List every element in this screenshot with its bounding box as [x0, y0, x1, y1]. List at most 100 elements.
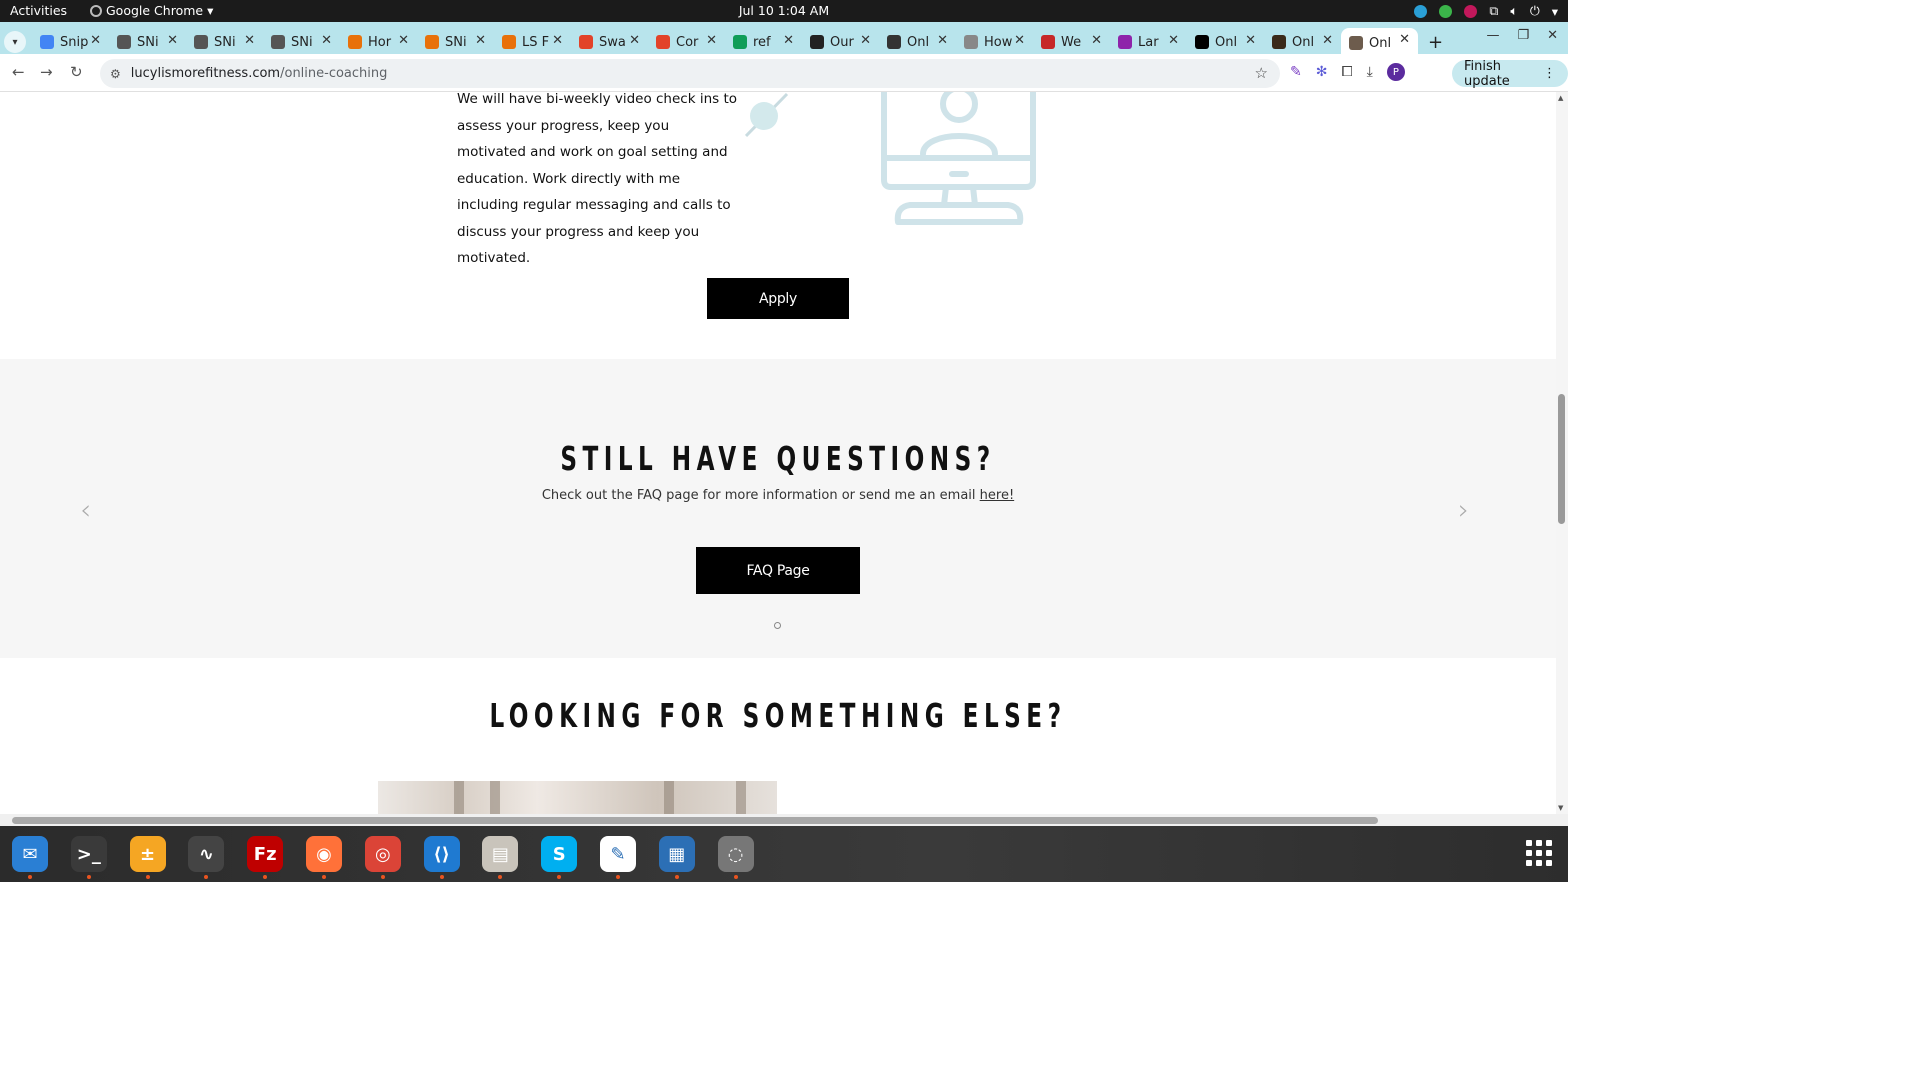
system-monitor-icon[interactable]: ∿ [188, 836, 225, 872]
app-menu[interactable]: Google Chrome ▾ [90, 3, 213, 18]
tab-close-icon[interactable]: ✕ [937, 33, 948, 48]
browser-tab[interactable]: Our ✕ [802, 29, 879, 55]
tab-close-icon[interactable]: ✕ [860, 33, 871, 48]
tab-close-icon[interactable]: ✕ [552, 33, 563, 48]
files-icon[interactable]: ▤ [482, 836, 519, 872]
slide-indicator-dot[interactable] [774, 622, 781, 629]
tab-title: Onl [1369, 35, 1392, 51]
vertical-scrollbar[interactable]: ▲ ▼ [1556, 92, 1568, 814]
bookmark-star-icon[interactable]: ☆ [1255, 64, 1268, 82]
extension-tray-icon[interactable] [1464, 4, 1478, 18]
network-icon[interactable]: ⧉ [1489, 3, 1498, 19]
forward-icon[interactable]: → [40, 63, 53, 81]
tab-close-icon[interactable]: ✕ [706, 33, 717, 48]
tab-close-icon[interactable]: ✕ [783, 33, 794, 48]
tab-close-icon[interactable]: ✕ [1322, 33, 1333, 48]
browser-tab[interactable]: Onl ✕ [1187, 29, 1264, 55]
browser-tab[interactable]: SNi ✕ [263, 29, 340, 55]
skype-icon[interactable]: S [541, 836, 578, 872]
chevron-right-icon[interactable]: › [1458, 493, 1469, 526]
check-icon[interactable] [1439, 4, 1453, 18]
browser-tab[interactable]: Hor ✕ [340, 29, 417, 55]
tab-title: How [984, 34, 1013, 50]
tab-favicon-icon [502, 35, 516, 49]
email-link[interactable]: here! [980, 488, 1015, 503]
site-info-icon[interactable]: ⚙ [110, 67, 121, 81]
tab-close-icon[interactable]: ✕ [1245, 33, 1256, 48]
document-viewer-icon[interactable]: ▦ [658, 836, 695, 872]
browser-tab[interactable]: LS F ✕ [494, 29, 571, 55]
finish-update-button[interactable]: Finish update ⋮ [1452, 59, 1568, 89]
tab-close-icon[interactable]: ✕ [167, 33, 178, 48]
gear-extension-icon[interactable]: ✻ [1316, 64, 1328, 80]
download-icon[interactable]: ⤓ [1367, 64, 1373, 80]
chevron-down-icon[interactable]: ▾ [1552, 4, 1558, 19]
power-icon[interactable]: ⏻ [1530, 3, 1540, 19]
running-indicator [322, 875, 326, 879]
browser-tab[interactable]: Snip ✕ [32, 29, 109, 55]
minimize-icon[interactable]: — [1486, 28, 1499, 43]
new-tab-button[interactable]: + [1428, 32, 1443, 53]
lifestyle-photo[interactable] [378, 781, 777, 814]
browser-tab[interactable]: SNi ✕ [109, 29, 186, 55]
maximize-icon[interactable]: ❐ [1517, 28, 1529, 43]
text-editor-icon[interactable]: ✎ [600, 836, 636, 872]
browser-tab[interactable]: SNi ✕ [417, 29, 494, 55]
close-icon[interactable]: ✕ [1547, 28, 1558, 43]
tab-title: SNi [445, 34, 467, 50]
tab-close-icon[interactable]: ✕ [398, 33, 409, 48]
scroll-up-icon[interactable]: ▲ [1558, 94, 1563, 102]
thunderbird-icon[interactable]: ✉ [12, 836, 48, 872]
tab-title: Lar [1138, 34, 1159, 50]
browser-tab[interactable]: Onl ✕ [879, 29, 956, 55]
show-apps-icon[interactable] [1526, 840, 1552, 866]
scroll-down-icon[interactable]: ▼ [1558, 804, 1563, 812]
tab-favicon-icon [348, 35, 362, 49]
sync-icon[interactable] [1414, 4, 1428, 18]
tab-close-icon[interactable]: ✕ [321, 33, 332, 48]
browser-tab[interactable]: Swa ✕ [571, 29, 648, 55]
browser-tab[interactable]: We ✕ [1033, 29, 1110, 55]
tab-close-icon[interactable]: ✕ [1168, 33, 1179, 48]
browser-tab[interactable]: Lar ✕ [1110, 29, 1187, 55]
apply-button[interactable]: Apply [707, 278, 849, 319]
browser-tab[interactable]: ref ✕ [725, 29, 802, 55]
clock[interactable]: Jul 10 1:04 AM [0, 3, 1568, 18]
tab-close-icon[interactable]: ✕ [244, 33, 255, 48]
filezilla-icon[interactable]: Fz [247, 836, 284, 872]
browser-tab[interactable]: Onl ✕ [1264, 29, 1341, 55]
browser-tab[interactable]: How ✕ [956, 29, 1033, 55]
tab-close-icon[interactable]: ✕ [629, 33, 640, 48]
calculator-icon[interactable]: ± [129, 836, 166, 872]
terminal-icon[interactable]: >_ [70, 836, 107, 872]
vertical-scroll-thumb[interactable] [1558, 394, 1565, 524]
browser-tab[interactable]: SNi ✕ [186, 29, 263, 55]
faq-page-button[interactable]: FAQ Page [696, 547, 860, 594]
tab-close-icon[interactable]: ✕ [90, 33, 101, 48]
tab-close-icon[interactable]: ✕ [1399, 32, 1410, 47]
tab-close-icon[interactable]: ✕ [1091, 33, 1102, 48]
address-bar[interactable]: ⚙ lucylismorefitness.com/online-coaching… [100, 59, 1280, 88]
page-viewport: We will have bi-weekly video check ins t… [0, 92, 1556, 814]
reload-icon[interactable]: ↻ [70, 63, 83, 81]
browser-tab[interactable]: Cor ✕ [648, 29, 725, 55]
disk-icon[interactable]: ◌ [717, 836, 754, 872]
horizontal-scrollbar[interactable] [0, 814, 1568, 826]
tab-favicon-icon [1195, 35, 1209, 49]
tab-close-icon[interactable]: ✕ [475, 33, 486, 48]
profile-avatar[interactable]: P [1386, 63, 1405, 81]
system-tray[interactable]: ⧉ 🔈︎ ⏻ ▾ [1414, 3, 1558, 19]
window-controls: — ❐ ✕ [1486, 28, 1558, 43]
back-icon[interactable]: ← [12, 63, 25, 81]
tab-favicon-icon [887, 35, 901, 49]
extensions-puzzle-icon[interactable]: ⧠ [1341, 64, 1352, 80]
activities-button[interactable]: Activities [10, 3, 67, 18]
tab-search-button[interactable]: ▾ [4, 31, 26, 53]
chrome-icon[interactable]: ◎ [364, 836, 401, 872]
horizontal-scroll-thumb[interactable] [12, 817, 1378, 824]
volume-icon[interactable]: 🔈︎ [1510, 3, 1518, 19]
tab-close-icon[interactable]: ✕ [1014, 33, 1025, 48]
pen-extension-icon[interactable]: ✎ [1290, 64, 1302, 80]
vscode-icon[interactable]: ⟨⟩ [423, 836, 460, 872]
firefox-icon[interactable]: ◉ [306, 836, 342, 872]
